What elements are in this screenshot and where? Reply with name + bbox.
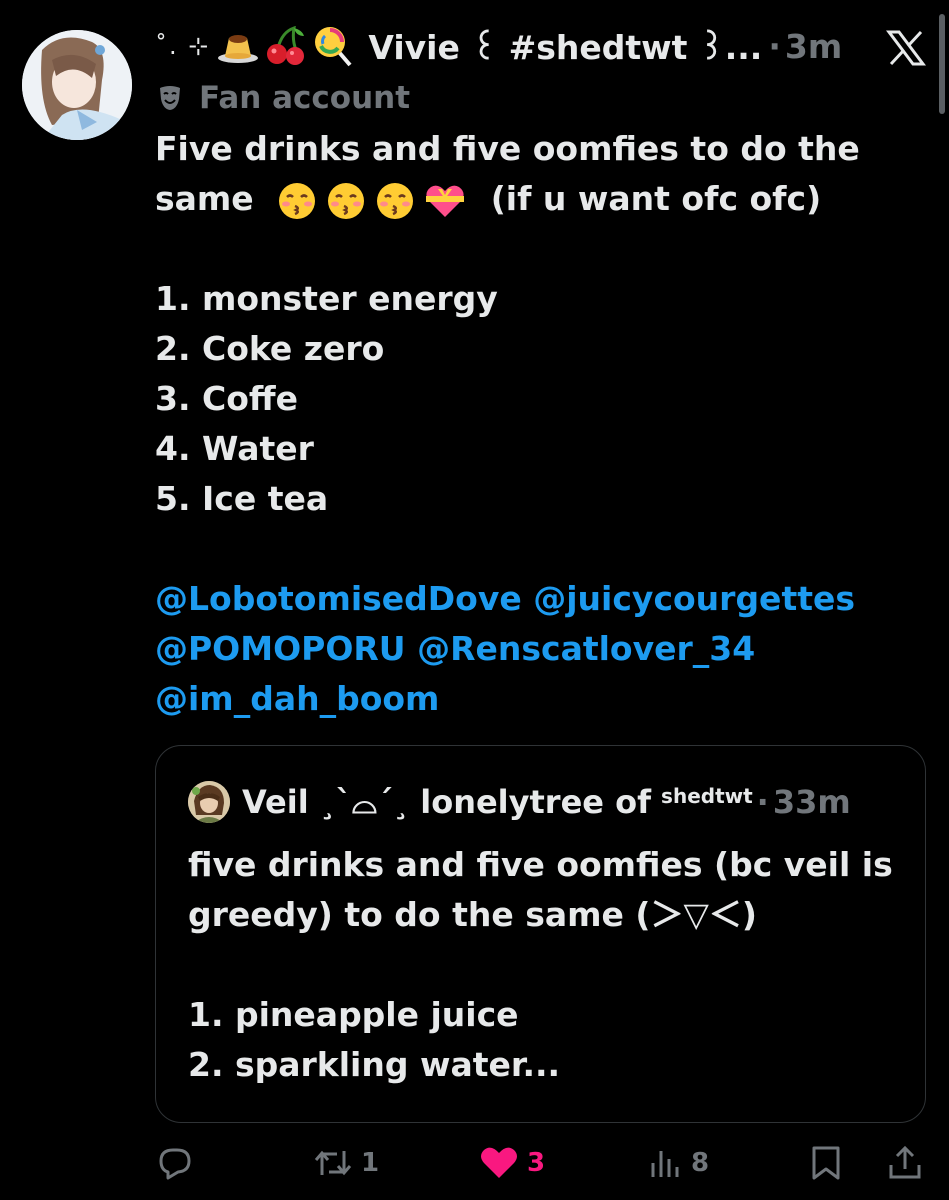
display-name[interactable]: Vivie ꒰ #shedtwt ꒱... (368, 25, 762, 68)
emoji-row (277, 181, 475, 221)
list-item: 4. Water (155, 429, 314, 468)
scrollbar[interactable] (939, 14, 945, 114)
tweet-line-prefix: same (155, 179, 254, 218)
theater-masks-icon (160, 86, 180, 110)
mention-link[interactable]: @LobotomisedDove (155, 579, 522, 618)
bookmark-button[interactable] (809, 1140, 843, 1186)
separator-dot: · (768, 26, 781, 66)
kissing-face-icon (328, 182, 365, 219)
avatar[interactable] (22, 30, 132, 140)
name-decoration: ˚. ⊹ (155, 25, 356, 67)
kissing-face-icon (377, 182, 414, 219)
quoted-avatar-image (188, 781, 230, 823)
separator-dot: · (756, 783, 769, 821)
cherries-icon (267, 26, 305, 65)
tweet-line-suffix: (if u want ofc ofc) (490, 179, 822, 218)
avatar-image (22, 30, 132, 140)
share-icon (889, 1145, 921, 1179)
retweet-icon (314, 1150, 352, 1176)
tweet-line: same (if u want ofc ofc) (155, 174, 925, 224)
mention-link[interactable]: @POMOPORU (155, 629, 406, 668)
mentions-line: @LobotomisedDove @juicycourgettes (155, 574, 925, 624)
views-button[interactable]: 8 (647, 1140, 709, 1186)
list-item: 5. Ice tea (155, 479, 329, 518)
quoted-line: five drinks and five oomfies (bc veil is (188, 845, 893, 884)
tweet-text: Five drinks and five oomfies to do the s… (155, 124, 925, 724)
quoted-avatar[interactable] (188, 781, 230, 823)
like-count: 3 (527, 1148, 546, 1178)
quoted-tweet[interactable]: Veil ¸`⌓´¸ lonelytree of shedtwt · 33m f… (155, 745, 926, 1123)
reply-button[interactable] (157, 1140, 201, 1186)
views-count: 8 (691, 1148, 710, 1178)
quoted-timestamp: 33m (772, 783, 851, 821)
account-label-text: Fan account (199, 80, 411, 116)
bookmark-icon (812, 1146, 840, 1180)
mentions-line: @im_dah_boom (155, 674, 925, 724)
reply-icon (159, 1148, 191, 1180)
mentions-line: @POMOPORU @Renscatlover_34 (155, 624, 925, 674)
mention-link[interactable]: @im_dah_boom (155, 679, 439, 718)
flan-icon (218, 35, 259, 63)
like-button[interactable]: 3 (479, 1140, 545, 1186)
x-logo-icon[interactable] (886, 30, 926, 66)
heart-icon (481, 1147, 517, 1178)
sparkle-decoration: ˚. ⊹ (155, 32, 211, 60)
retweet-button[interactable]: 1 (313, 1140, 379, 1186)
tweet-header: ˚. ⊹ Vivie ꒰ #shedtwt ꒱... · 3m (155, 22, 855, 70)
heart-with-ribbon-icon (426, 185, 465, 217)
list-item: 2. Coke zero (155, 329, 385, 368)
account-label: Fan account (155, 78, 410, 118)
share-button[interactable] (887, 1140, 923, 1186)
quoted-list-item: 1. pineapple juice (188, 995, 519, 1034)
list-item: 3. Coffe (155, 379, 298, 418)
kissing-face-icon (279, 182, 316, 219)
lollipop-icon (315, 27, 352, 67)
analytics-icon (651, 1151, 679, 1177)
mention-link[interactable]: @juicycourgettes (533, 579, 855, 618)
quoted-line: greedy) to do the same (＞▽＜) (188, 895, 757, 934)
action-bar: 1 3 8 (155, 1140, 925, 1186)
timestamp[interactable]: 3m (785, 27, 842, 66)
quoted-tweet-text: five drinks and five oomfies (bc veil is… (188, 840, 908, 1090)
quoted-name-superscript: shedtwt (661, 784, 753, 808)
list-item: 1. monster energy (155, 279, 498, 318)
quoted-tweet-header: Veil ¸`⌓´¸ lonelytree of shedtwt · 33m (188, 780, 851, 824)
mention-link[interactable]: @Renscatlover_34 (417, 629, 755, 668)
quoted-display-name[interactable]: Veil ¸`⌓´¸ lonelytree of (242, 783, 651, 822)
retweet-count: 1 (361, 1148, 380, 1178)
quoted-list-item: 2. sparkling water... (188, 1045, 561, 1084)
tweet-line: Five drinks and five oomfies to do the (155, 129, 860, 168)
